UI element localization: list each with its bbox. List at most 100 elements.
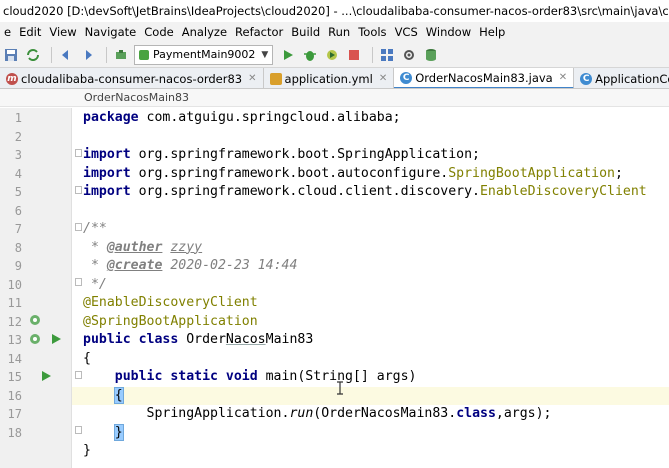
- tab-label: application.yml: [284, 71, 373, 86]
- menu-tools[interactable]: Tools: [354, 25, 390, 39]
- line-number: 13: [7, 333, 22, 347]
- fold-marker[interactable]: [75, 186, 82, 194]
- line-number: 7: [14, 222, 22, 236]
- settings-icon[interactable]: [400, 46, 418, 64]
- menu-view[interactable]: View: [45, 25, 80, 39]
- line-number: 15: [7, 370, 22, 384]
- window-title: cloud2020 [D:\devSoft\JetBrains\IdeaProj…: [0, 0, 669, 22]
- line-number: 12: [7, 314, 22, 329]
- project-structure-icon[interactable]: [378, 46, 396, 64]
- tab-label: ApplicationContextConfig.java: [595, 71, 669, 86]
- code-line: SpringApplication.run(OrderNacosMain83.c…: [83, 406, 552, 421]
- close-icon[interactable]: ✕: [559, 72, 567, 83]
- code-line: }: [83, 443, 91, 458]
- run-gutter-icon[interactable]: [40, 370, 52, 382]
- line-number: 14: [7, 351, 22, 366]
- line-number: 3: [14, 148, 22, 162]
- line-number: 1: [14, 111, 22, 125]
- forward-icon[interactable]: [79, 46, 97, 64]
- run-gutter-icon[interactable]: [50, 333, 62, 345]
- coverage-icon[interactable]: [323, 46, 341, 64]
- code-line: * @create 2020-02-23 14:44: [83, 258, 298, 273]
- tab-label: cloudalibaba-consumer-nacos-order83: [21, 71, 243, 86]
- editor-gutter: 1 2 3 4 5 6 7 8 9 10 11 12 13 14 15 16 1…: [0, 108, 72, 468]
- code-editor[interactable]: package com.atguigu.springcloud.alibaba;…: [72, 108, 669, 468]
- yaml-icon: [269, 72, 282, 85]
- fold-marker[interactable]: [75, 149, 82, 157]
- stop-icon[interactable]: [345, 46, 363, 64]
- menu-navigate[interactable]: Navigate: [81, 25, 141, 39]
- toolbar-separator: [51, 46, 52, 63]
- line-number: 16: [7, 388, 22, 403]
- tab-label: OrderNacosMain83.java: [415, 70, 553, 85]
- line-number: 6: [14, 203, 22, 218]
- line-number: 8: [14, 240, 22, 255]
- fold-marker[interactable]: [75, 278, 82, 286]
- class-icon: C: [400, 71, 413, 84]
- breadcrumb[interactable]: OrderNacosMain83: [0, 89, 669, 107]
- line-number: 17: [7, 407, 22, 421]
- menu-build[interactable]: Build: [287, 25, 324, 39]
- back-icon[interactable]: [57, 46, 75, 64]
- close-icon[interactable]: ✕: [379, 73, 387, 84]
- menu-analyze[interactable]: Analyze: [178, 25, 231, 39]
- spring-bean-icon[interactable]: [29, 314, 41, 326]
- menu-help[interactable]: Help: [475, 25, 509, 39]
- code-line: public static void main(String[] args): [83, 369, 417, 384]
- editor-tab-bar: m cloudalibaba-consumer-nacos-order83 ✕ …: [0, 68, 669, 89]
- menu-run[interactable]: Run: [324, 25, 354, 39]
- code-line: package com.atguigu.springcloud.alibaba;: [83, 110, 401, 125]
- line-number: 9: [14, 259, 22, 273]
- menu-file[interactable]: e: [0, 25, 15, 39]
- code-line: * @auther zzyy: [83, 239, 203, 255]
- toolbar: PaymentMain9002 ▼: [0, 42, 669, 68]
- close-icon[interactable]: ✕: [248, 73, 256, 84]
- code-line: /**: [83, 221, 107, 236]
- code-line: */: [83, 276, 107, 292]
- menu-bar: e Edit View Navigate Code Analyze Refact…: [0, 22, 669, 42]
- menu-vcs[interactable]: VCS: [391, 25, 422, 39]
- run-configuration-label: PaymentMain9002: [153, 48, 256, 61]
- fold-marker[interactable]: [75, 371, 82, 379]
- menu-edit[interactable]: Edit: [15, 25, 45, 39]
- fold-marker[interactable]: [75, 426, 82, 434]
- line-number: 2: [14, 129, 22, 144]
- code-line: @EnableDiscoveryClient: [83, 295, 258, 310]
- tab-module[interactable]: m cloudalibaba-consumer-nacos-order83 ✕: [0, 68, 264, 88]
- code-line: {: [83, 350, 91, 366]
- menu-refactor[interactable]: Refactor: [231, 25, 287, 39]
- sync-icon[interactable]: [24, 46, 42, 64]
- code-line: public class OrderNacosMain83: [83, 332, 314, 347]
- menu-code[interactable]: Code: [140, 25, 177, 39]
- module-icon: m: [6, 72, 18, 85]
- spring-bean-icon[interactable]: [29, 333, 41, 345]
- toolbar-separator: [372, 46, 374, 63]
- code-line: import org.springframework.cloud.client.…: [83, 184, 647, 199]
- code-line: }: [113, 423, 124, 441]
- line-number: 11: [7, 296, 22, 310]
- line-number: 5: [14, 185, 22, 199]
- line-number: 10: [7, 277, 22, 292]
- run-configuration-select[interactable]: PaymentMain9002 ▼: [134, 44, 274, 65]
- line-number: 18: [7, 425, 22, 440]
- debug-icon[interactable]: [301, 46, 319, 64]
- build-icon[interactable]: [112, 46, 130, 64]
- code-line-current: {: [72, 386, 669, 405]
- code-line: import org.springframework.boot.SpringAp…: [83, 147, 480, 162]
- code-line: import org.springframework.boot.autoconf…: [83, 165, 623, 181]
- tab-application-yml[interactable]: application.yml ✕: [264, 68, 395, 88]
- menu-window[interactable]: Window: [422, 25, 475, 39]
- code-line: @SpringBootApplication: [83, 313, 258, 329]
- save-all-icon[interactable]: [2, 46, 20, 64]
- fold-marker[interactable]: [75, 223, 82, 231]
- chevron-down-icon: ▼: [261, 49, 269, 60]
- run-icon[interactable]: [279, 46, 297, 64]
- class-icon: C: [580, 72, 593, 85]
- tab-order-nacos-main83[interactable]: C OrderNacosMain83.java ✕: [394, 68, 575, 88]
- database-icon[interactable]: [422, 46, 440, 64]
- tab-application-context-config[interactable]: C ApplicationContextConfig.java: [574, 68, 669, 88]
- toolbar-separator: [106, 46, 107, 63]
- spring-boot-icon: [139, 49, 149, 60]
- line-number: 4: [14, 166, 22, 181]
- text-cursor-icon: [337, 381, 343, 395]
